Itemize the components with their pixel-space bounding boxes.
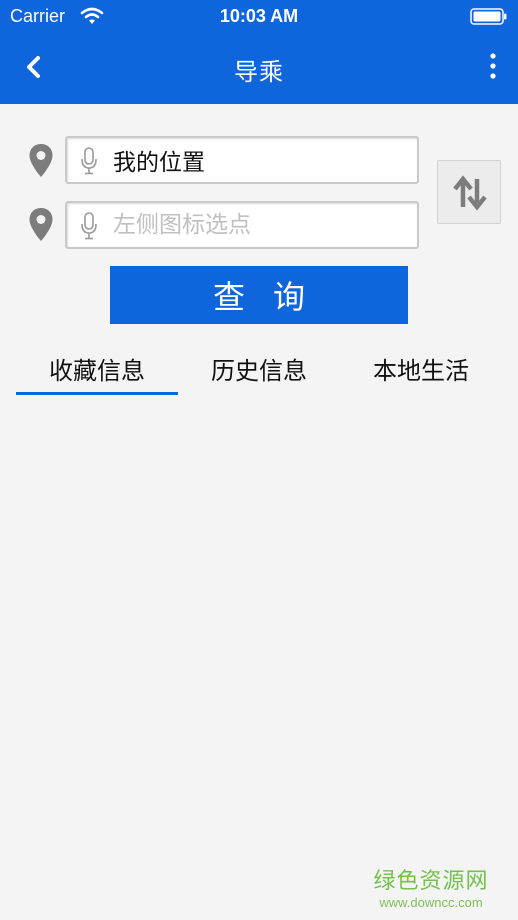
destination-input[interactable]: [113, 209, 403, 241]
query-button[interactable]: 查询: [110, 266, 408, 324]
info-tabs: 收藏信息 历史信息 本地生活: [16, 340, 502, 396]
swap-arrows-icon: [453, 175, 487, 211]
page-title: 导乘: [234, 58, 284, 86]
battery-icon: [470, 8, 508, 25]
tab-local-life-label: 本地生活: [373, 357, 469, 385]
origin-location-pin-icon[interactable]: [28, 143, 54, 179]
site-watermark: 绿色资源网 www.downcc.com: [366, 868, 496, 910]
app-header: Carrier 10:03 AM 导乘: [0, 0, 518, 104]
tab-favorites-label: 收藏信息: [49, 357, 145, 385]
swap-button[interactable]: [437, 160, 501, 224]
nav-bar: 导乘: [0, 34, 518, 104]
status-bar: Carrier 10:03 AM: [0, 0, 518, 34]
origin-field: [65, 136, 419, 184]
watermark-url: www.downcc.com: [379, 895, 483, 910]
tab-local-life[interactable]: 本地生活: [340, 340, 502, 396]
destination-location-pin-icon[interactable]: [28, 207, 54, 243]
active-tab-indicator: [16, 392, 178, 395]
tab-history[interactable]: 历史信息: [178, 340, 340, 396]
destination-microphone-icon[interactable]: [80, 212, 98, 240]
origin-input[interactable]: [113, 144, 403, 176]
destination-field: [65, 201, 419, 249]
tab-history-label: 历史信息: [211, 357, 307, 385]
origin-microphone-icon[interactable]: [80, 147, 98, 175]
more-vertical-icon[interactable]: [488, 50, 498, 84]
tab-favorites[interactable]: 收藏信息: [16, 340, 178, 396]
watermark-title: 绿色资源网: [373, 869, 489, 894]
clock: 10:03 AM: [219, 6, 299, 26]
